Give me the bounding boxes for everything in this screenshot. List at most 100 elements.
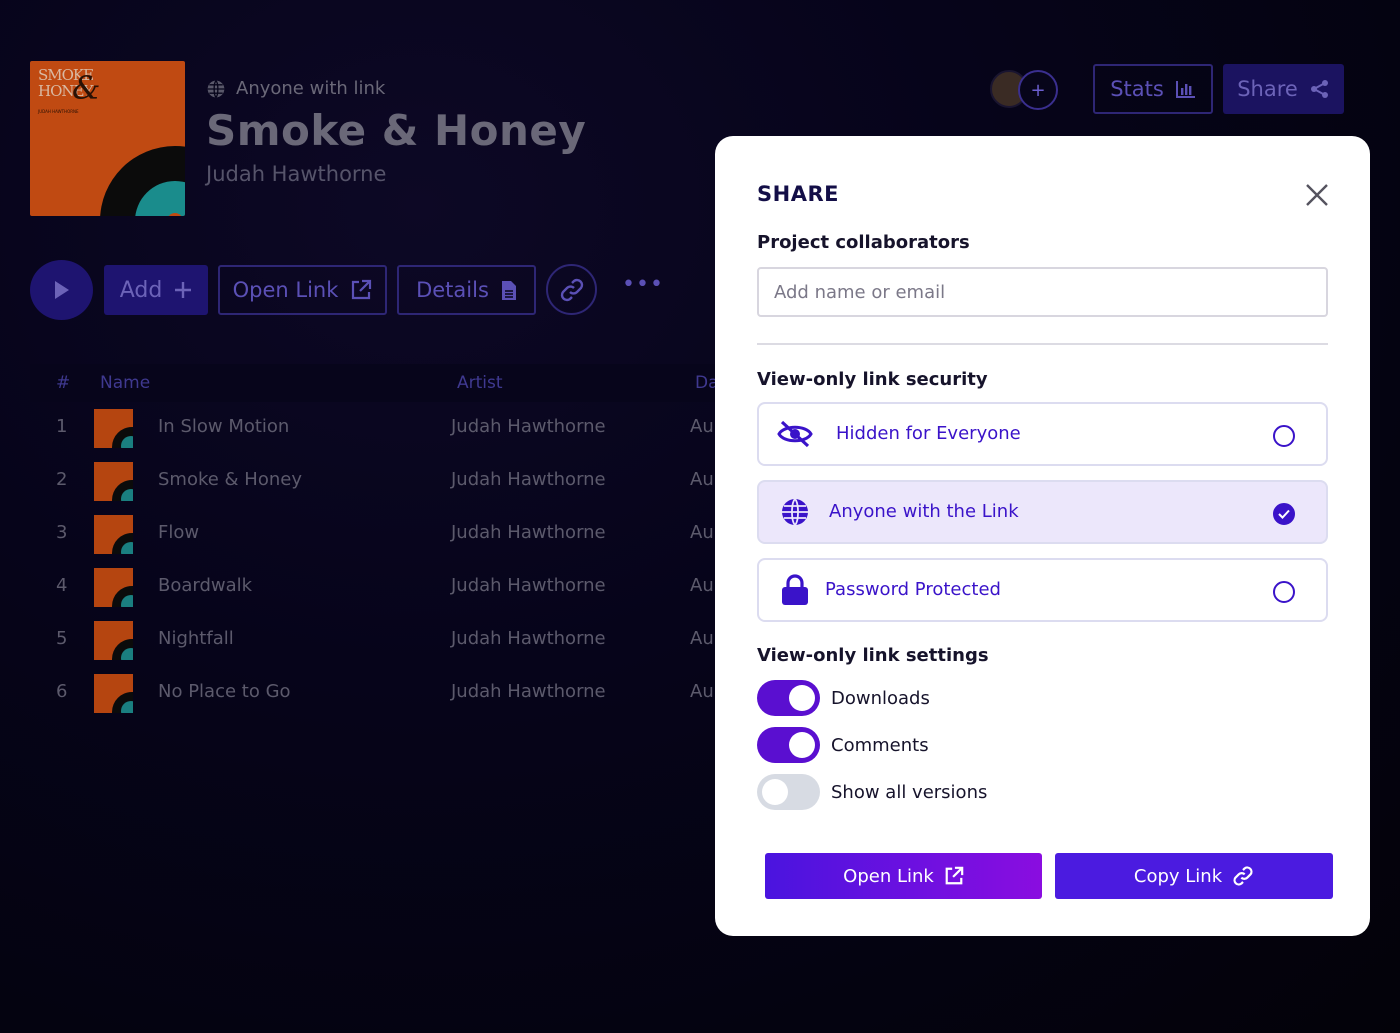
- toggle-label: Downloads: [831, 687, 930, 709]
- link-security-label: View-only link security: [757, 369, 988, 390]
- radio-anyone[interactable]: [1273, 503, 1295, 525]
- track-artist: Judah Hawthorne: [451, 628, 606, 649]
- row-number: 5: [56, 628, 68, 649]
- table-row[interactable]: 4 Boardwalk Judah Hawthorne Au: [30, 563, 730, 616]
- track-name: Smoke & Honey: [158, 469, 302, 490]
- plus-icon: [175, 282, 192, 298]
- track-artist: Judah Hawthorne: [451, 681, 606, 702]
- column-header-name[interactable]: Name: [100, 373, 150, 393]
- globe-icon: [777, 496, 813, 528]
- add-label: Add: [119, 277, 163, 303]
- track-date: Au: [690, 681, 714, 702]
- row-number: 4: [56, 575, 68, 596]
- toggle-label: Comments: [831, 734, 929, 756]
- close-icon: [1306, 184, 1328, 206]
- external-link-icon: [352, 279, 372, 300]
- modal-title: SHARE: [757, 182, 839, 206]
- share-label: Share: [1237, 77, 1298, 101]
- track-thumbnail: [94, 674, 133, 713]
- collaborator-search-input[interactable]: [757, 267, 1328, 317]
- comments-toggle[interactable]: [757, 727, 820, 763]
- column-header-artist[interactable]: Artist: [457, 373, 503, 393]
- track-thumbnail: [94, 568, 133, 607]
- track-thumbnail: [94, 462, 133, 501]
- table-row[interactable]: 3 Flow Judah Hawthorne Au: [30, 510, 730, 563]
- track-date: Au: [690, 469, 714, 490]
- track-artist: Judah Hawthorne: [451, 469, 606, 490]
- stats-button[interactable]: Stats: [1093, 64, 1213, 114]
- play-button[interactable]: [30, 260, 93, 320]
- option-anyone-with-link[interactable]: Anyone with the Link: [757, 480, 1328, 544]
- track-name: Boardwalk: [158, 575, 253, 596]
- plus-icon: +: [1030, 79, 1046, 101]
- details-label: Details: [416, 278, 489, 302]
- track-artist: Judah Hawthorne: [451, 575, 606, 596]
- table-row[interactable]: 2 Smoke & Honey Judah Hawthorne Au: [30, 457, 730, 510]
- link-settings-label: View-only link settings: [757, 645, 989, 666]
- option-hidden-for-everyone[interactable]: Hidden for Everyone: [757, 402, 1328, 466]
- external-link-icon: [945, 866, 964, 885]
- open-link-button[interactable]: Open Link: [218, 265, 387, 315]
- track-thumbnail: [94, 621, 133, 660]
- cover-ampersand: &: [72, 69, 101, 107]
- setting-show-all-versions: Show all versions: [757, 773, 987, 811]
- toggle-label: Show all versions: [831, 781, 988, 803]
- modal-open-link-button[interactable]: Open Link: [765, 853, 1042, 899]
- track-date: Au: [690, 628, 714, 649]
- link-icon: [560, 278, 583, 301]
- track-date: Au: [690, 575, 714, 596]
- radio-password[interactable]: [1273, 581, 1295, 603]
- track-artist: Judah Hawthorne: [451, 416, 606, 437]
- downloads-toggle[interactable]: [757, 680, 820, 716]
- setting-comments: Comments: [757, 726, 929, 764]
- close-button[interactable]: [1300, 178, 1334, 212]
- modal-copy-link-button[interactable]: Copy Link: [1055, 853, 1333, 899]
- track-thumbnail: [94, 409, 133, 448]
- share-button[interactable]: Share: [1223, 64, 1344, 114]
- show-all-versions-toggle[interactable]: [757, 774, 820, 810]
- share-icon: [1310, 80, 1328, 98]
- lock-icon: [777, 574, 813, 606]
- add-collaborator-button[interactable]: +: [1018, 70, 1058, 110]
- radio-hidden[interactable]: [1273, 425, 1295, 447]
- artist-name[interactable]: Judah Hawthorne: [206, 162, 386, 186]
- track-name: Flow: [158, 522, 200, 543]
- track-name: In Slow Motion: [158, 416, 290, 437]
- globe-icon: [207, 79, 225, 98]
- link-icon: [1233, 866, 1253, 886]
- track-date: Au: [690, 416, 714, 437]
- play-icon: [54, 281, 69, 299]
- cover-credit: JUDAH HAWTHORNE: [38, 109, 79, 114]
- track-thumbnail: [94, 515, 133, 554]
- table-row[interactable]: 1 In Slow Motion Judah Hawthorne Au: [30, 404, 730, 457]
- bar-chart-icon: [1175, 81, 1195, 98]
- table-row[interactable]: 6 No Place to Go Judah Hawthorne Au: [30, 669, 730, 722]
- row-number: 6: [56, 681, 68, 702]
- album-cover: SMOKE HONEY & JUDAH HAWTHORNE: [30, 61, 185, 216]
- row-number: 1: [56, 416, 68, 437]
- visibility-label: Anyone with link: [236, 78, 386, 99]
- setting-downloads: Downloads: [757, 679, 930, 717]
- document-icon: [501, 280, 516, 300]
- copy-link-button[interactable]: [546, 264, 597, 315]
- row-number: 2: [56, 469, 68, 490]
- table-header: # Name Artist Da: [30, 364, 730, 402]
- column-header-number: #: [56, 373, 71, 393]
- option-password-protected[interactable]: Password Protected: [757, 558, 1328, 622]
- track-date: Au: [690, 522, 714, 543]
- details-button[interactable]: Details: [397, 265, 536, 315]
- table-row[interactable]: 5 Nightfall Judah Hawthorne Au: [30, 616, 730, 669]
- page-title: Smoke & Honey: [206, 106, 587, 155]
- open-link-label: Open Link: [843, 865, 934, 887]
- track-name: No Place to Go: [158, 681, 291, 702]
- row-number: 3: [56, 522, 68, 543]
- stats-label: Stats: [1110, 77, 1164, 101]
- collaborators-label: Project collaborators: [757, 232, 970, 253]
- add-button[interactable]: Add: [104, 265, 208, 315]
- check-icon: [1278, 509, 1290, 519]
- copy-link-label: Copy Link: [1133, 865, 1223, 887]
- more-options-button[interactable]: •••: [622, 272, 664, 297]
- visibility-indicator: Anyone with link: [206, 78, 385, 99]
- option-label: Password Protected: [825, 579, 1001, 600]
- share-modal: SHARE Project collaborators View-only li…: [715, 136, 1370, 936]
